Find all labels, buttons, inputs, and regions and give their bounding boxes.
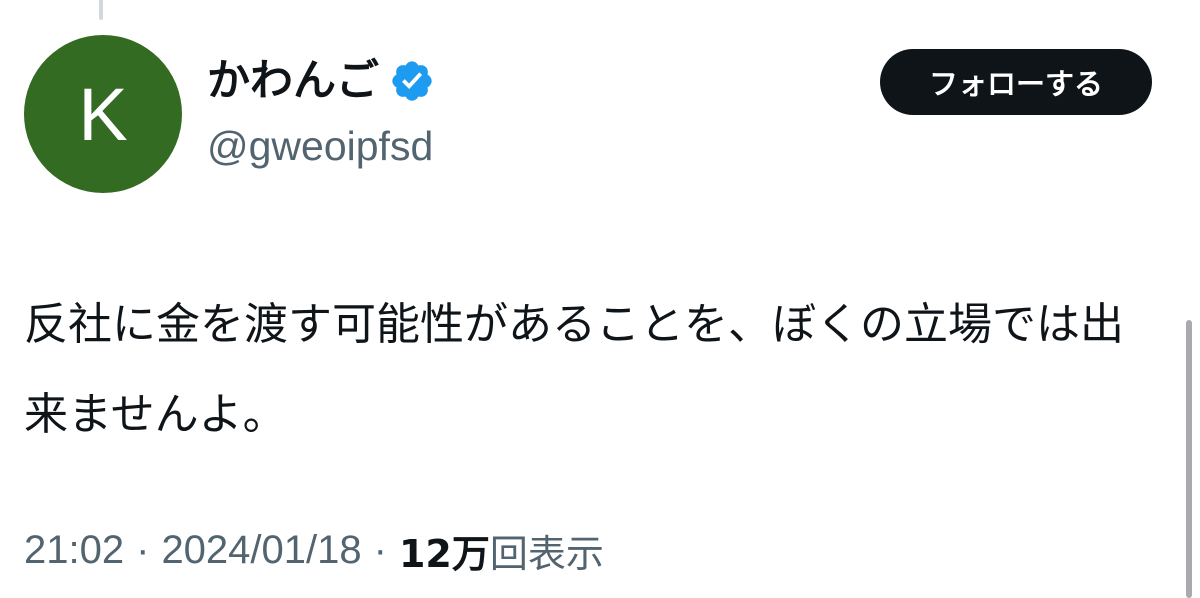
views-label: 回表示 <box>489 531 604 576</box>
user-handle[interactable]: @gweoipfsd <box>207 123 433 169</box>
tweet-time[interactable]: 21:02 <box>24 528 124 573</box>
meta-separator: · <box>136 527 150 572</box>
tweet-date[interactable]: 2024/01/18 <box>161 528 361 573</box>
tweet-text: 反社に金を渡す可能性があることを、ぼくの立場では出来ませんよ。 <box>24 299 1124 440</box>
meta-separator-2: · <box>373 527 387 572</box>
author-name-row: かわんご <box>207 52 435 110</box>
tweet-meta: 21:02 · 2024/01/18 · 12万 回表示 <box>24 522 604 578</box>
scrollbar[interactable] <box>1186 320 1192 598</box>
verified-badge-icon[interactable] <box>389 58 435 104</box>
avatar-letter: K <box>78 73 128 156</box>
avatar[interactable]: K <box>24 35 182 193</box>
views-count: 12万 <box>398 531 490 576</box>
follow-button[interactable]: フォローする <box>880 49 1152 115</box>
display-name[interactable]: かわんご <box>207 59 379 103</box>
thread-connector-line <box>99 0 103 20</box>
